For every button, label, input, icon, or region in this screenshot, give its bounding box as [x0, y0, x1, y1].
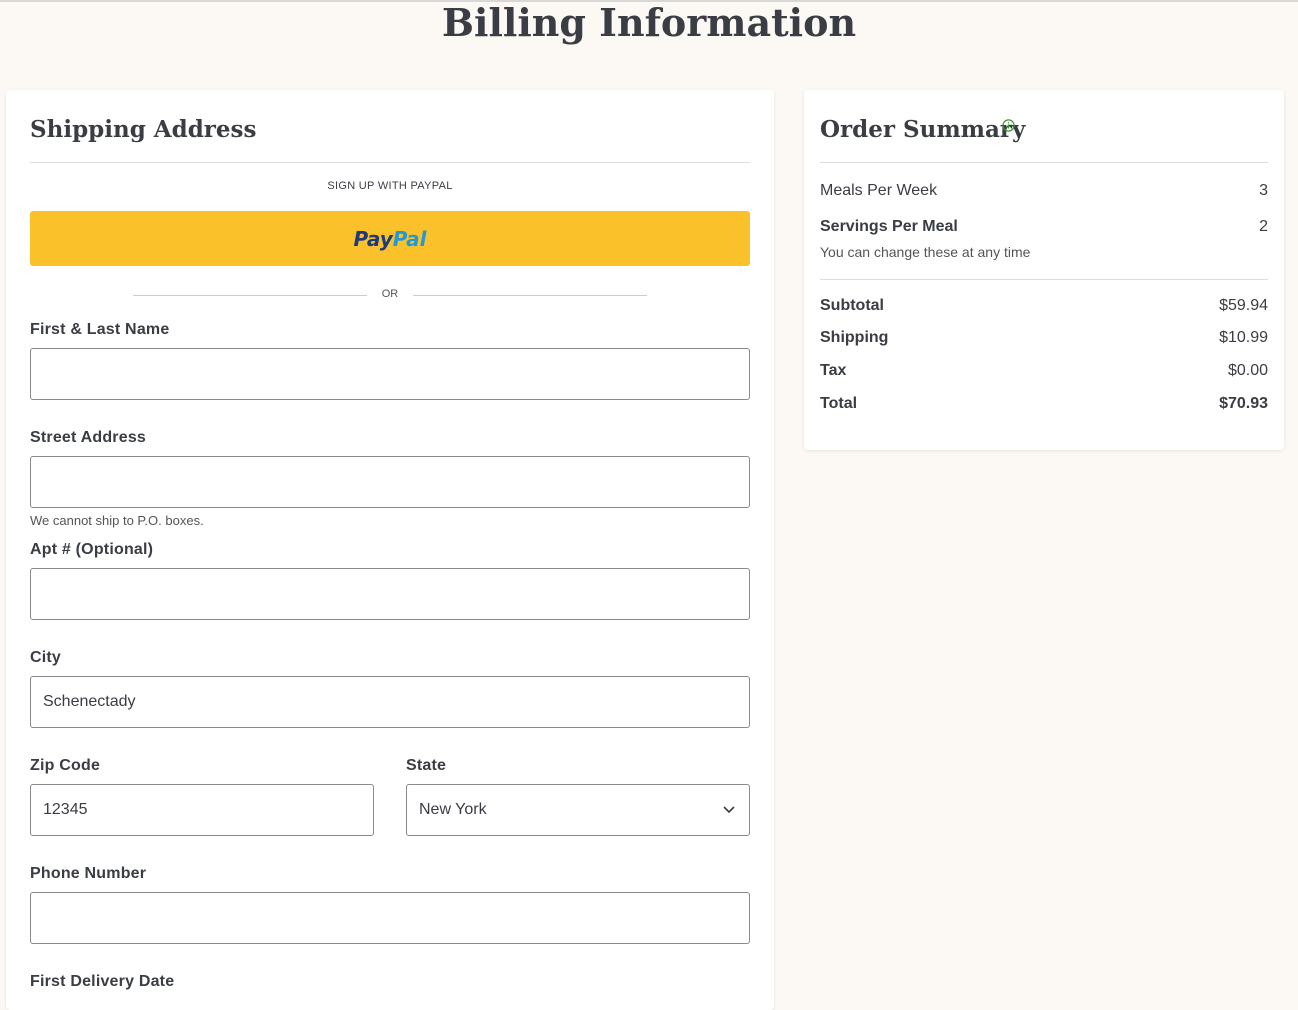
subtotal-label: Subtotal	[820, 297, 884, 314]
zip-input[interactable]	[30, 784, 374, 836]
heading-divider	[30, 162, 750, 163]
state-label: State	[406, 757, 447, 774]
or-divider-right	[413, 295, 647, 296]
phone-label: Phone Number	[30, 865, 147, 882]
order-summary-card: Order Summary Meals Per Week 3 Servings …	[804, 90, 1284, 450]
page-title: Billing Information	[441, 0, 857, 45]
shipping-address-card: Shipping Address SIGN UP WITH PAYPAL Pay…	[6, 90, 774, 1010]
shipping-cost-label: Shipping	[820, 329, 889, 346]
shipping-row: Shipping $10.99	[820, 329, 1268, 347]
apt-input[interactable]	[30, 568, 750, 620]
tax-value: $0.00	[1227, 362, 1268, 379]
meals-per-week-row: Meals Per Week 3	[820, 182, 1268, 200]
name-label: First & Last Name	[30, 321, 170, 338]
meals-per-week-label: Meals Per Week	[820, 182, 938, 199]
state-select[interactable]: New York	[406, 784, 750, 836]
street-label: Street Address	[30, 429, 147, 446]
total-value: $70.93	[1219, 395, 1268, 412]
paypal-button[interactable]: PayPal	[30, 211, 750, 266]
order-summary-heading: Order Summary	[820, 116, 1026, 143]
phone-input[interactable]	[30, 892, 750, 944]
paypal-logo: PayPal	[353, 226, 427, 251]
change-note-text: You can change these at any time	[820, 244, 1031, 260]
city-label: City	[30, 649, 62, 666]
summary-divider	[820, 279, 1268, 280]
chevron-down-icon	[723, 803, 737, 817]
state-selected-value: New York	[419, 801, 487, 818]
meals-per-week-value: 3	[1259, 182, 1268, 199]
street-hint: We cannot ship to P.O. boxes.	[30, 513, 204, 528]
info-icon[interactable]	[1002, 119, 1015, 132]
or-text: OR	[381, 288, 399, 300]
city-input[interactable]	[30, 676, 750, 728]
servings-per-meal-row: Servings Per Meal 2	[820, 218, 1268, 236]
summary-heading-divider	[820, 162, 1268, 163]
total-label: Total	[820, 395, 858, 412]
zip-label: Zip Code	[30, 757, 101, 774]
servings-per-meal-label: Servings Per Meal	[820, 218, 958, 235]
name-input[interactable]	[30, 348, 750, 400]
subtotal-row: Subtotal $59.94	[820, 297, 1268, 315]
street-input[interactable]	[30, 456, 750, 508]
change-note: You can change these at any time	[820, 244, 1268, 260]
servings-per-meal-value: 2	[1259, 218, 1268, 235]
subtotal-value: $59.94	[1219, 297, 1268, 314]
shipping-cost-value: $10.99	[1219, 329, 1268, 346]
tax-label: Tax	[820, 362, 847, 379]
or-divider-left	[133, 295, 367, 296]
tax-row: Tax $0.00	[820, 362, 1268, 380]
delivery-date-label: First Delivery Date	[30, 973, 175, 990]
apt-label: Apt # (Optional)	[30, 541, 154, 558]
shipping-heading: Shipping Address	[30, 116, 257, 143]
paypal-caption: SIGN UP WITH PAYPAL	[327, 180, 453, 192]
total-row: Total $70.93	[820, 395, 1268, 413]
